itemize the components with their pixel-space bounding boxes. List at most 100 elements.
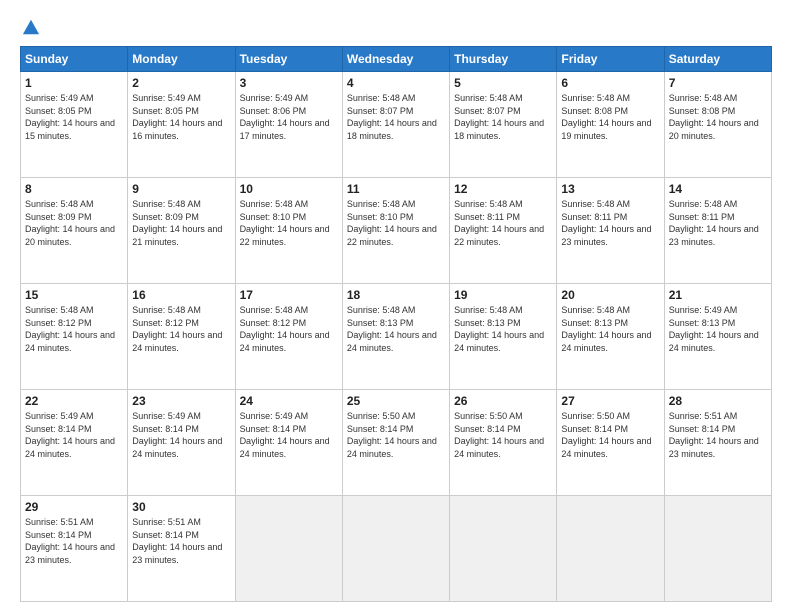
day-info: Sunrise: 5:48 AM Sunset: 8:11 PM Dayligh…	[454, 198, 552, 248]
day-info: Sunrise: 5:49 AM Sunset: 8:14 PM Dayligh…	[25, 410, 123, 460]
day-number: 6	[561, 76, 659, 90]
day-info: Sunrise: 5:49 AM Sunset: 8:14 PM Dayligh…	[240, 410, 338, 460]
day-number: 26	[454, 394, 552, 408]
calendar-cell: 17 Sunrise: 5:48 AM Sunset: 8:12 PM Dayli…	[235, 284, 342, 390]
calendar-cell: 22 Sunrise: 5:49 AM Sunset: 8:14 PM Dayli…	[21, 390, 128, 496]
day-info: Sunrise: 5:48 AM Sunset: 8:07 PM Dayligh…	[454, 92, 552, 142]
day-number: 23	[132, 394, 230, 408]
day-info: Sunrise: 5:49 AM Sunset: 8:05 PM Dayligh…	[25, 92, 123, 142]
day-number: 17	[240, 288, 338, 302]
day-number: 2	[132, 76, 230, 90]
day-info: Sunrise: 5:48 AM Sunset: 8:13 PM Dayligh…	[454, 304, 552, 354]
day-number: 8	[25, 182, 123, 196]
calendar-cell: 18 Sunrise: 5:48 AM Sunset: 8:13 PM Dayli…	[342, 284, 449, 390]
calendar-cell: 23Sunrise: 5:49 AM Sunset: 8:14 PM Dayli…	[128, 390, 235, 496]
day-number: 11	[347, 182, 445, 196]
day-number: 5	[454, 76, 552, 90]
day-number: 21	[669, 288, 767, 302]
day-info: Sunrise: 5:48 AM Sunset: 8:12 PM Dayligh…	[132, 304, 230, 354]
day-number: 30	[132, 500, 230, 514]
day-info: Sunrise: 5:48 AM Sunset: 8:13 PM Dayligh…	[561, 304, 659, 354]
weekday-header-friday: Friday	[557, 47, 664, 72]
calendar-cell	[557, 496, 664, 602]
calendar-cell: 15 Sunrise: 5:48 AM Sunset: 8:12 PM Dayli…	[21, 284, 128, 390]
calendar-cell: 27 Sunrise: 5:50 AM Sunset: 8:14 PM Dayli…	[557, 390, 664, 496]
calendar-cell: 12 Sunrise: 5:48 AM Sunset: 8:11 PM Dayli…	[450, 178, 557, 284]
day-number: 4	[347, 76, 445, 90]
day-number: 9	[132, 182, 230, 196]
calendar-cell: 5 Sunrise: 5:48 AM Sunset: 8:07 PM Daylig…	[450, 72, 557, 178]
calendar-cell: 6 Sunrise: 5:48 AM Sunset: 8:08 PM Daylig…	[557, 72, 664, 178]
week-row-2: 8 Sunrise: 5:48 AM Sunset: 8:09 PM Daylig…	[21, 178, 772, 284]
day-info: Sunrise: 5:48 AM Sunset: 8:10 PM Dayligh…	[347, 198, 445, 248]
day-info: Sunrise: 5:48 AM Sunset: 8:12 PM Dayligh…	[25, 304, 123, 354]
day-info: Sunrise: 5:48 AM Sunset: 8:07 PM Dayligh…	[347, 92, 445, 142]
weekday-header-saturday: Saturday	[664, 47, 771, 72]
weekday-header-tuesday: Tuesday	[235, 47, 342, 72]
day-number: 15	[25, 288, 123, 302]
day-info: Sunrise: 5:49 AM Sunset: 8:06 PM Dayligh…	[240, 92, 338, 142]
calendar-cell: 10Sunrise: 5:48 AM Sunset: 8:10 PM Dayli…	[235, 178, 342, 284]
day-number: 25	[347, 394, 445, 408]
day-info: Sunrise: 5:49 AM Sunset: 8:13 PM Dayligh…	[669, 304, 767, 354]
week-row-5: 29 Sunrise: 5:51 AM Sunset: 8:14 PM Dayli…	[21, 496, 772, 602]
day-number: 22	[25, 394, 123, 408]
day-info: Sunrise: 5:48 AM Sunset: 8:09 PM Dayligh…	[25, 198, 123, 248]
day-number: 18	[347, 288, 445, 302]
weekday-header-sunday: Sunday	[21, 47, 128, 72]
day-number: 7	[669, 76, 767, 90]
day-number: 29	[25, 500, 123, 514]
day-number: 3	[240, 76, 338, 90]
day-number: 14	[669, 182, 767, 196]
weekday-header-row: SundayMondayTuesdayWednesdayThursdayFrid…	[21, 47, 772, 72]
weekday-header-wednesday: Wednesday	[342, 47, 449, 72]
day-number: 12	[454, 182, 552, 196]
day-number: 1	[25, 76, 123, 90]
week-row-1: 1 Sunrise: 5:49 AM Sunset: 8:05 PM Daylig…	[21, 72, 772, 178]
day-number: 20	[561, 288, 659, 302]
calendar-cell: 21 Sunrise: 5:49 AM Sunset: 8:13 PM Dayli…	[664, 284, 771, 390]
day-number: 10	[240, 182, 338, 196]
day-number: 24	[240, 394, 338, 408]
calendar-table: SundayMondayTuesdayWednesdayThursdayFrid…	[20, 46, 772, 602]
calendar-cell	[450, 496, 557, 602]
day-number: 13	[561, 182, 659, 196]
header	[20, 18, 772, 36]
day-info: Sunrise: 5:48 AM Sunset: 8:08 PM Dayligh…	[561, 92, 659, 142]
day-info: Sunrise: 5:48 AM Sunset: 8:12 PM Dayligh…	[240, 304, 338, 354]
calendar-cell: 1 Sunrise: 5:49 AM Sunset: 8:05 PM Daylig…	[21, 72, 128, 178]
calendar-cell: 14Sunrise: 5:48 AM Sunset: 8:11 PM Dayli…	[664, 178, 771, 284]
week-row-4: 22 Sunrise: 5:49 AM Sunset: 8:14 PM Dayli…	[21, 390, 772, 496]
day-number: 16	[132, 288, 230, 302]
calendar-cell: 19Sunrise: 5:48 AM Sunset: 8:13 PM Dayli…	[450, 284, 557, 390]
calendar-cell	[342, 496, 449, 602]
day-number: 28	[669, 394, 767, 408]
calendar-cell: 11 Sunrise: 5:48 AM Sunset: 8:10 PM Dayli…	[342, 178, 449, 284]
calendar-cell: 26 Sunrise: 5:50 AM Sunset: 8:14 PM Dayli…	[450, 390, 557, 496]
calendar-cell: 8 Sunrise: 5:48 AM Sunset: 8:09 PM Daylig…	[21, 178, 128, 284]
page: SundayMondayTuesdayWednesdayThursdayFrid…	[0, 0, 792, 612]
day-info: Sunrise: 5:50 AM Sunset: 8:14 PM Dayligh…	[561, 410, 659, 460]
calendar-cell: 20 Sunrise: 5:48 AM Sunset: 8:13 PM Dayli…	[557, 284, 664, 390]
day-info: Sunrise: 5:51 AM Sunset: 8:14 PM Dayligh…	[25, 516, 123, 566]
calendar-cell: 13 Sunrise: 5:48 AM Sunset: 8:11 PM Dayli…	[557, 178, 664, 284]
calendar-cell: 30Sunrise: 5:51 AM Sunset: 8:14 PM Dayli…	[128, 496, 235, 602]
day-info: Sunrise: 5:48 AM Sunset: 8:08 PM Dayligh…	[669, 92, 767, 142]
day-info: Sunrise: 5:48 AM Sunset: 8:13 PM Dayligh…	[347, 304, 445, 354]
day-info: Sunrise: 5:48 AM Sunset: 8:09 PM Dayligh…	[132, 198, 230, 248]
day-info: Sunrise: 5:50 AM Sunset: 8:14 PM Dayligh…	[454, 410, 552, 460]
day-info: Sunrise: 5:48 AM Sunset: 8:11 PM Dayligh…	[561, 198, 659, 248]
calendar-cell	[235, 496, 342, 602]
day-info: Sunrise: 5:49 AM Sunset: 8:05 PM Dayligh…	[132, 92, 230, 142]
calendar-cell: 2 Sunrise: 5:49 AM Sunset: 8:05 PM Daylig…	[128, 72, 235, 178]
day-info: Sunrise: 5:50 AM Sunset: 8:14 PM Dayligh…	[347, 410, 445, 460]
day-number: 27	[561, 394, 659, 408]
calendar-cell: 9 Sunrise: 5:48 AM Sunset: 8:09 PM Daylig…	[128, 178, 235, 284]
day-info: Sunrise: 5:51 AM Sunset: 8:14 PM Dayligh…	[669, 410, 767, 460]
week-row-3: 15 Sunrise: 5:48 AM Sunset: 8:12 PM Dayli…	[21, 284, 772, 390]
logo-icon	[22, 18, 40, 36]
calendar-cell: 29 Sunrise: 5:51 AM Sunset: 8:14 PM Dayli…	[21, 496, 128, 602]
calendar-cell: 24 Sunrise: 5:49 AM Sunset: 8:14 PM Dayli…	[235, 390, 342, 496]
calendar-cell: 7 Sunrise: 5:48 AM Sunset: 8:08 PM Daylig…	[664, 72, 771, 178]
calendar-cell: 25 Sunrise: 5:50 AM Sunset: 8:14 PM Dayli…	[342, 390, 449, 496]
